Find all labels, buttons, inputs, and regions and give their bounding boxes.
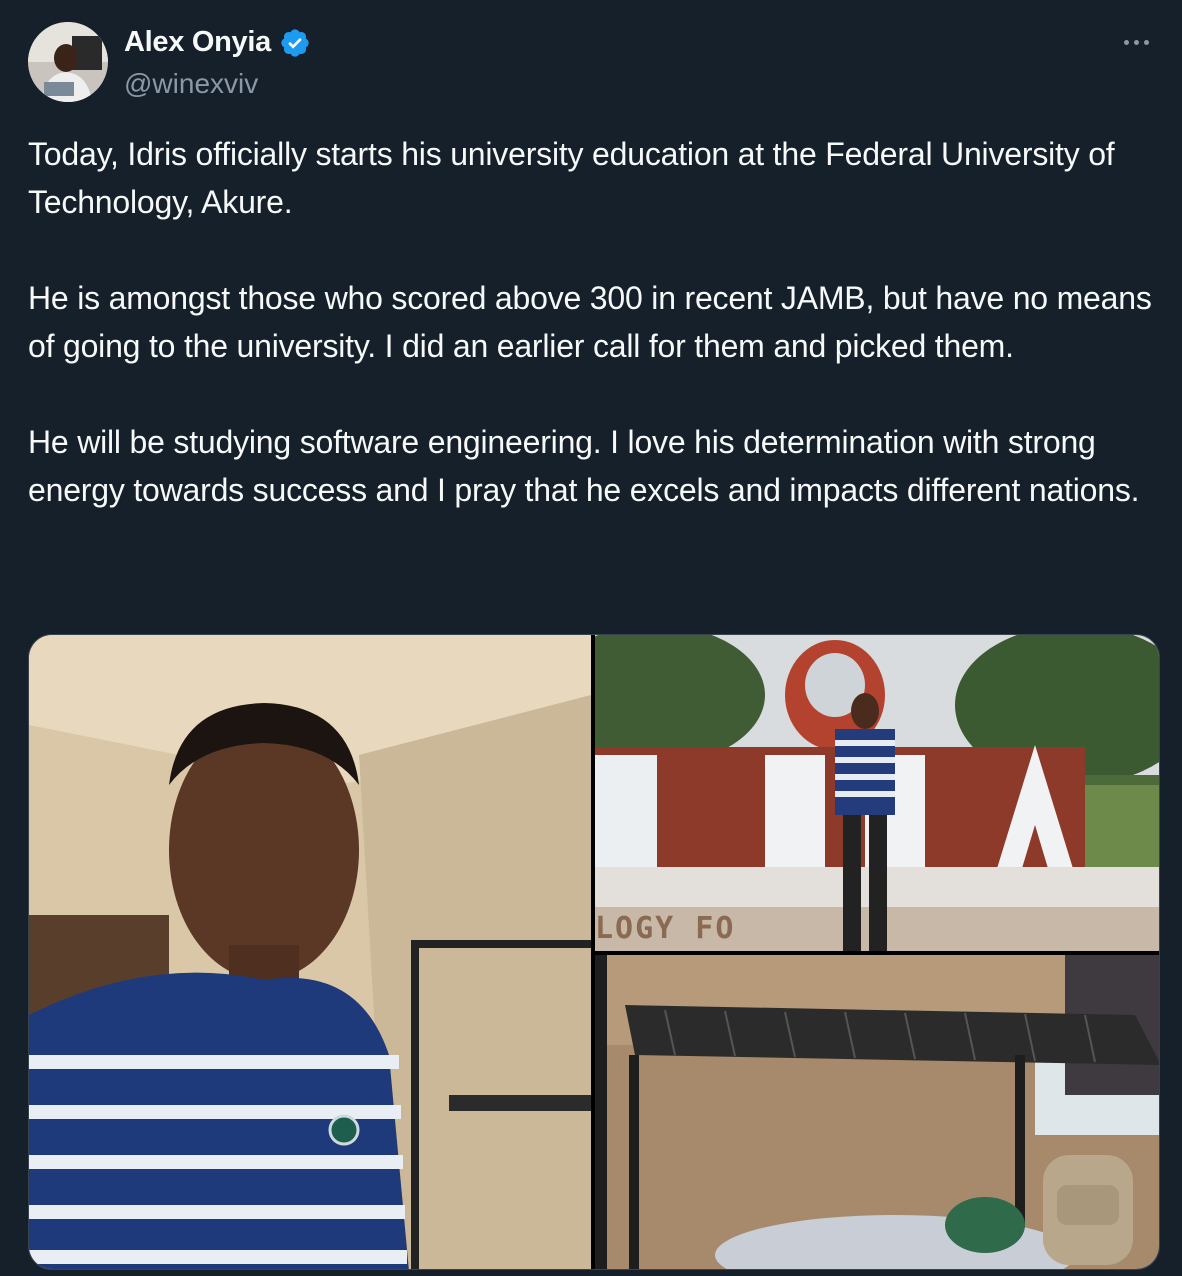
tweet-paragraph: Today, Idris officially starts his unive… [28, 136, 1115, 220]
verified-badge-icon [279, 27, 311, 59]
avatar-image [28, 22, 108, 102]
author-avatar[interactable] [28, 22, 108, 102]
campus-sign-photo[interactable]: LOGY FO [595, 635, 1159, 951]
sign-base-text: LOGY FO [595, 911, 736, 946]
tweet-card: Alex Onyia @winexviv Today, Idris offici… [0, 0, 1182, 1276]
author-handle[interactable]: @winexviv [124, 68, 258, 100]
tweet-paragraph: He is amongst those who scored above 300… [28, 280, 1152, 364]
author-display-name[interactable]: Alex Onyia [124, 26, 271, 59]
tweet-text: Today, Idris officially starts his unive… [28, 130, 1158, 514]
dorm-bed-photo[interactable] [595, 955, 1159, 1269]
selfie-photo[interactable] [29, 635, 591, 1269]
more-options-icon[interactable] [1114, 28, 1158, 56]
media-grid: LOGY FO [28, 634, 1160, 1270]
tweet-paragraph: He will be studying software engineering… [28, 424, 1140, 508]
author-name-row: Alex Onyia [124, 26, 311, 59]
